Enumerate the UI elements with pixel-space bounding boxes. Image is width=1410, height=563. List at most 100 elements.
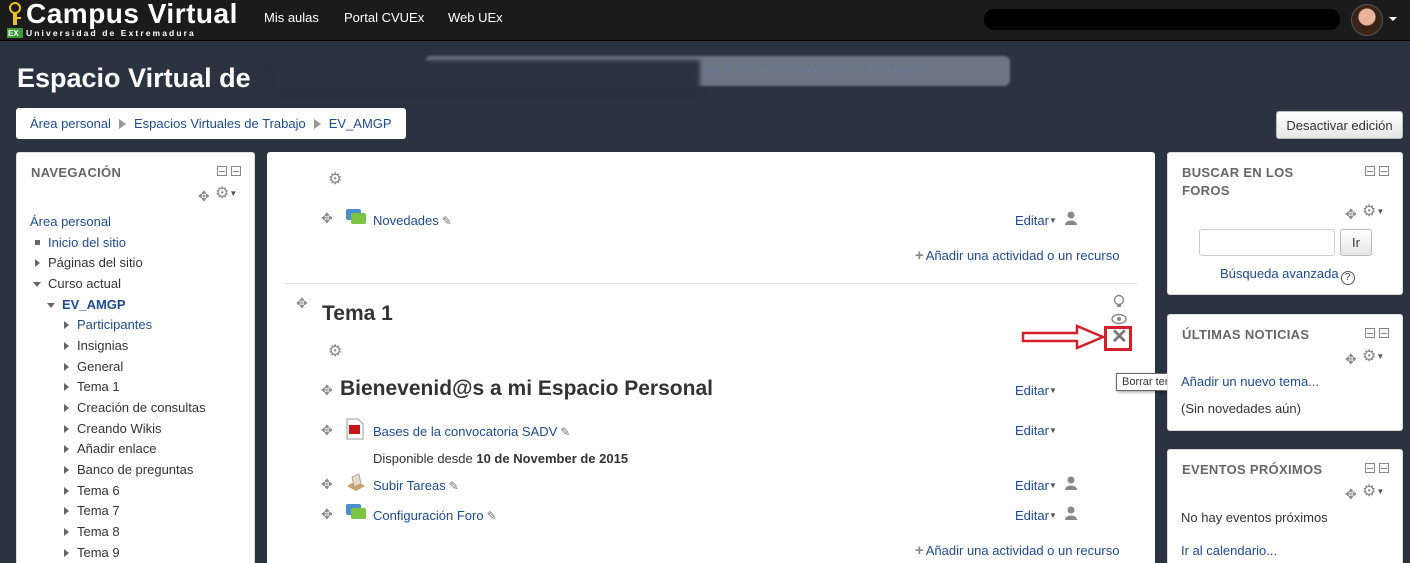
editar-label[interactable]: Editar [1015, 383, 1049, 398]
search-go-button[interactable]: Ir [1340, 229, 1372, 256]
nav-portal-cvuex[interactable]: Portal CVUEx [344, 10, 424, 25]
uex-key-logo-icon[interactable]: EX [5, 2, 25, 38]
expand-icon[interactable] [64, 383, 69, 391]
editar-menu[interactable]: Editar▼ [1015, 508, 1057, 523]
collapse-icon[interactable] [47, 303, 55, 308]
gear-icon[interactable]: ⚙▼ [1362, 484, 1384, 500]
section-settings-gear-icon[interactable]: ⚙ [328, 344, 342, 360]
expand-icon[interactable] [64, 507, 69, 515]
gear-icon[interactable]: ⚙▼ [215, 186, 237, 202]
user-name-redacted[interactable] [984, 9, 1340, 30]
activity-config-label[interactable]: Configuración Foro [373, 508, 484, 523]
expand-icon[interactable] [64, 404, 69, 412]
block-collapse-icon[interactable] [1365, 463, 1375, 473]
nav-course-ev-amgp[interactable]: EV_AMGP [62, 297, 126, 312]
block-collapse-icon[interactable] [1365, 166, 1375, 176]
activity-bases-label[interactable]: Bases de la convocatoria SADV [373, 424, 557, 439]
nav-curso-actual[interactable]: Curso actual [48, 276, 121, 291]
gear-icon[interactable]: ⚙▼ [1362, 204, 1384, 220]
visibility-eye-icon[interactable] [1111, 313, 1127, 325]
editar-menu[interactable]: Editar▼ [1015, 478, 1057, 493]
collapse-icon[interactable] [33, 282, 41, 287]
edit-title-pencil-icon[interactable]: ✎ [487, 509, 497, 523]
block-dock-icon[interactable] [1379, 328, 1389, 338]
editar-label[interactable]: Editar [1015, 508, 1049, 523]
editar-menu[interactable]: Editar▼ [1015, 213, 1057, 228]
editar-label[interactable]: Editar [1015, 423, 1049, 438]
user-menu-caret-icon[interactable] [1389, 17, 1397, 21]
expand-icon[interactable] [64, 321, 69, 329]
nav-paginas-del-sitio[interactable]: Páginas del sitio [48, 255, 143, 270]
nav-general[interactable]: General [77, 359, 123, 374]
edit-title-pencil-icon[interactable]: ✎ [560, 425, 570, 439]
edit-title-pencil-icon[interactable]: ✎ [442, 214, 452, 228]
nav-banco-preguntas[interactable]: Banco de preguntas [77, 462, 193, 477]
breadcrumb-item-espacios[interactable]: Espacios Virtuales de Trabajo [134, 116, 306, 131]
breadcrumb-item-course[interactable]: EV_AMGP [329, 116, 392, 131]
activity-subir-label[interactable]: Subir Tareas [373, 478, 446, 493]
user-avatar[interactable] [1351, 4, 1383, 36]
expand-icon[interactable] [64, 487, 69, 495]
move-icon[interactable]: ✥ [321, 507, 333, 521]
nav-inicio-del-sitio[interactable]: Inicio del sitio [48, 235, 126, 250]
edit-title-pencil-icon[interactable]: ✎ [449, 479, 459, 493]
nav-mis-aulas[interactable]: Mis aulas [264, 10, 319, 25]
gear-icon[interactable]: ⚙▼ [1362, 349, 1384, 365]
expand-icon[interactable] [64, 528, 69, 536]
help-icon[interactable]: ? [1340, 271, 1355, 285]
breadcrumb-item-area-personal[interactable]: Área personal [30, 116, 111, 131]
move-icon[interactable]: ✥ [321, 211, 333, 225]
nav-area-personal[interactable]: Área personal [30, 214, 111, 229]
add-news-topic-link[interactable]: Añadir un nuevo tema... [1181, 374, 1319, 389]
expand-icon[interactable] [64, 549, 69, 557]
move-icon[interactable]: ✥ [1345, 207, 1357, 221]
nav-tema-9[interactable]: Tema 9 [77, 545, 120, 560]
editar-menu[interactable]: Editar▼ [1015, 423, 1057, 438]
activity-subir-tareas[interactable]: Subir Tareas ✎ [373, 478, 459, 493]
search-forums-input[interactable] [1199, 229, 1335, 256]
expand-icon[interactable] [35, 259, 40, 267]
activity-novedades[interactable]: Novedades ✎ [373, 213, 452, 228]
block-collapse-icon[interactable] [217, 166, 227, 176]
expand-icon[interactable] [64, 363, 69, 371]
expand-icon[interactable] [64, 342, 69, 350]
editar-label[interactable]: Editar [1015, 213, 1049, 228]
activity-configuracion-foro[interactable]: Configuración Foro ✎ [373, 508, 497, 523]
block-dock-icon[interactable] [231, 166, 241, 176]
nav-tema-6[interactable]: Tema 6 [77, 483, 120, 498]
move-icon[interactable]: ✥ [321, 423, 333, 437]
toggle-editing-button[interactable]: Desactivar edición [1276, 111, 1403, 139]
nav-insignias[interactable]: Insignias [77, 338, 128, 353]
add-activity-link[interactable]: + Añadir una actividad o un recurso [915, 542, 1119, 559]
add-activity-link[interactable]: + Añadir una actividad o un recurso [915, 247, 1119, 264]
block-dock-icon[interactable] [1379, 463, 1389, 473]
highlight-lightbulb-icon[interactable] [1112, 294, 1126, 308]
nav-tema-8[interactable]: Tema 8 [77, 524, 120, 539]
section-settings-gear-icon[interactable]: ⚙ [328, 172, 342, 188]
nav-creacion-consultas[interactable]: Creación de consultas [77, 400, 206, 415]
nav-creando-wikis[interactable]: Creando Wikis [77, 421, 162, 436]
expand-icon[interactable] [64, 425, 69, 433]
advanced-search-label[interactable]: Búsqueda avanzada [1220, 266, 1339, 281]
group-mode-person-icon[interactable] [1064, 476, 1078, 490]
advanced-search-link[interactable]: Búsqueda avanzada? [1220, 266, 1355, 285]
expand-icon[interactable] [64, 445, 69, 453]
nav-tema-1[interactable]: Tema 1 [77, 379, 120, 394]
activity-bases-convocatoria[interactable]: Bases de la convocatoria SADV ✎ [373, 424, 570, 439]
move-icon[interactable]: ✥ [296, 296, 308, 310]
move-icon[interactable]: ✥ [198, 189, 210, 203]
block-collapse-icon[interactable] [1365, 328, 1375, 338]
group-mode-person-icon[interactable] [1064, 211, 1078, 225]
move-icon[interactable]: ✥ [1345, 352, 1357, 366]
move-icon[interactable]: ✥ [321, 383, 333, 397]
block-dock-icon[interactable] [1379, 166, 1389, 176]
editar-label[interactable]: Editar [1015, 478, 1049, 493]
calendar-link[interactable]: Ir al calendario... [1181, 543, 1277, 558]
add-activity-label[interactable]: Añadir una actividad o un recurso [926, 248, 1120, 263]
add-activity-label[interactable]: Añadir una actividad o un recurso [926, 543, 1120, 558]
group-mode-person-icon[interactable] [1064, 506, 1078, 520]
nav-tema-7[interactable]: Tema 7 [77, 503, 120, 518]
activity-novedades-label[interactable]: Novedades [373, 213, 439, 228]
nav-web-uex[interactable]: Web UEx [448, 10, 503, 25]
nav-anadir-enlace[interactable]: Añadir enlace [77, 441, 157, 456]
